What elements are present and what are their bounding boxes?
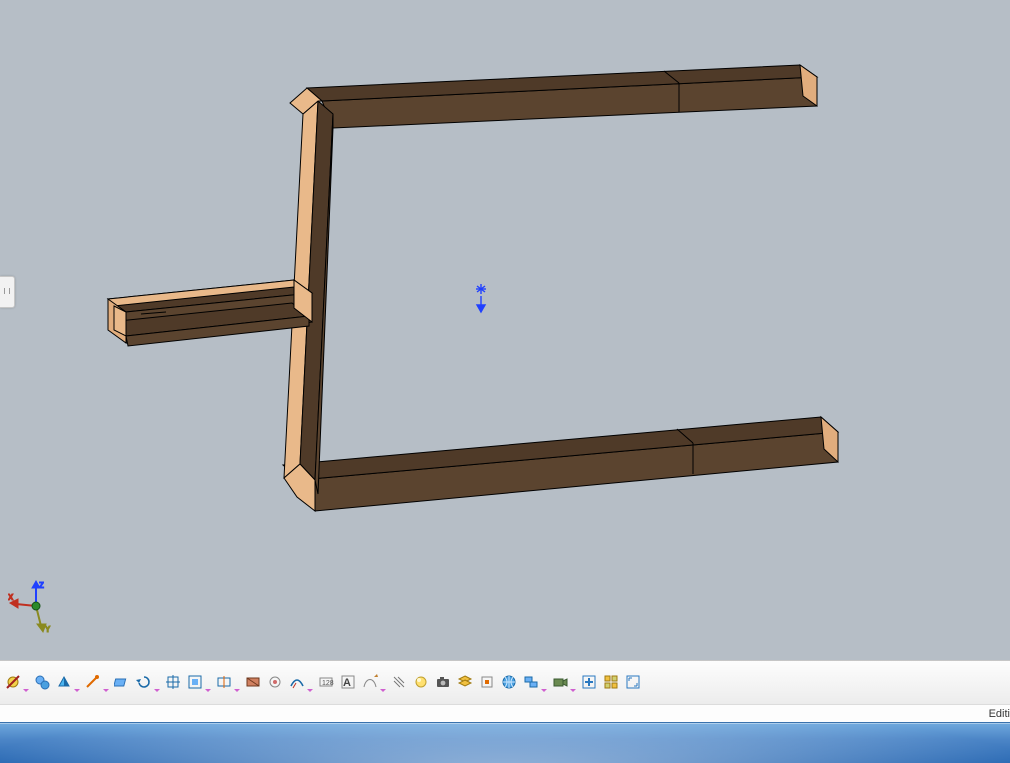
normal-view-icon bbox=[216, 674, 232, 693]
clip-button[interactable] bbox=[264, 671, 286, 695]
hide-show-icon bbox=[5, 674, 21, 693]
curve-button[interactable] bbox=[286, 671, 308, 695]
edge-button[interactable] bbox=[82, 671, 104, 695]
globe-icon bbox=[501, 674, 517, 693]
svg-text:A: A bbox=[343, 677, 351, 689]
full-screen-button[interactable] bbox=[622, 671, 644, 695]
create-view-button[interactable] bbox=[578, 671, 600, 695]
swap-visible-button[interactable] bbox=[31, 671, 53, 695]
isolate-icon bbox=[479, 674, 495, 693]
edge-icon bbox=[85, 674, 101, 693]
capture-button[interactable] bbox=[432, 671, 454, 695]
shading-icon bbox=[56, 674, 72, 693]
thread-icon bbox=[391, 674, 407, 693]
globe-button[interactable] bbox=[498, 671, 520, 695]
section-button[interactable] bbox=[242, 671, 264, 695]
axis-y-label: Y bbox=[45, 625, 51, 634]
curve-icon bbox=[289, 674, 305, 693]
section-icon bbox=[245, 674, 261, 693]
render-button[interactable] bbox=[410, 671, 432, 695]
model-viewport[interactable]: .top { fill:#4f3a28; stroke:#000; stroke… bbox=[0, 0, 1010, 660]
sketch-button[interactable] bbox=[359, 671, 381, 695]
multi-view-icon bbox=[603, 674, 619, 693]
rotate-icon bbox=[136, 674, 152, 693]
named-views-button[interactable] bbox=[520, 671, 542, 695]
pan-button[interactable] bbox=[162, 671, 184, 695]
dimensions-button[interactable]: 128 bbox=[315, 671, 337, 695]
os-taskbar[interactable] bbox=[0, 722, 1010, 763]
rotate-button[interactable] bbox=[133, 671, 155, 695]
plane-icon bbox=[114, 674, 130, 693]
axis-z-label: Z bbox=[39, 581, 44, 590]
camera-icon bbox=[552, 674, 568, 693]
swap-visible-icon bbox=[34, 674, 50, 693]
camera-button[interactable] bbox=[549, 671, 571, 695]
shading-button[interactable] bbox=[53, 671, 75, 695]
model-geometry: .top { fill:#4f3a28; stroke:#000; stroke… bbox=[0, 0, 1010, 660]
status-bar: Editi bbox=[0, 704, 1010, 723]
view-toolbar: 128 A bbox=[0, 660, 1010, 705]
pan-icon bbox=[165, 674, 181, 693]
normal-view-button[interactable] bbox=[213, 671, 235, 695]
plane-button[interactable] bbox=[111, 671, 133, 695]
sketch-icon bbox=[362, 674, 378, 693]
dimensions-icon: 128 bbox=[318, 674, 334, 693]
side-panel-toggle[interactable] bbox=[0, 276, 15, 308]
full-screen-icon bbox=[625, 674, 641, 693]
thread-button[interactable] bbox=[388, 671, 410, 695]
axis-triad-icon: Z X Y bbox=[8, 580, 56, 640]
axis-x-label: X bbox=[8, 593, 14, 602]
isolate-button[interactable] bbox=[476, 671, 498, 695]
clip-icon bbox=[267, 674, 283, 693]
capture-icon bbox=[435, 674, 451, 693]
fit-icon bbox=[187, 674, 203, 693]
text-ann-button[interactable]: A bbox=[337, 671, 359, 695]
view-compass-icon bbox=[470, 284, 492, 312]
svg-text:128: 128 bbox=[322, 680, 334, 687]
text-ann-icon: A bbox=[340, 674, 356, 693]
layers-button[interactable] bbox=[454, 671, 476, 695]
named-views-icon bbox=[523, 674, 539, 693]
multi-view-button[interactable] bbox=[600, 671, 622, 695]
create-view-icon bbox=[581, 674, 597, 693]
layers-icon bbox=[457, 674, 473, 693]
hide-show-button[interactable] bbox=[2, 671, 24, 695]
render-icon bbox=[413, 674, 429, 693]
fit-button[interactable] bbox=[184, 671, 206, 695]
status-text: Editi bbox=[989, 708, 1010, 720]
